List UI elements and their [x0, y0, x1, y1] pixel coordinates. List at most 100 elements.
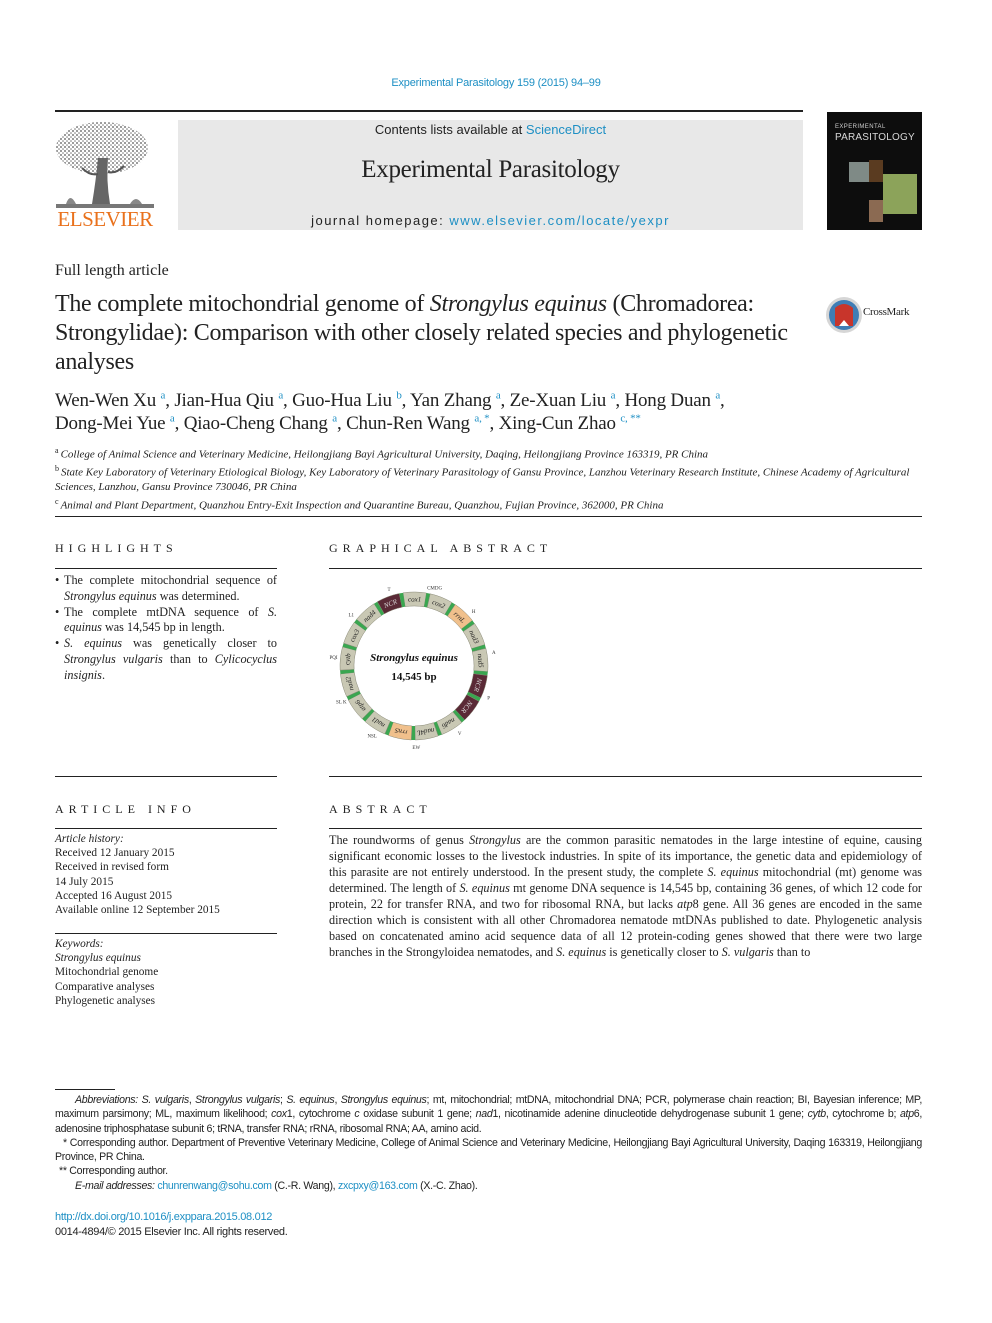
keyword[interactable]: Mitochondrial genome: [55, 965, 277, 979]
author-name[interactable]: Hong Duan: [624, 390, 715, 411]
corresponding-author-2: ** Corresponding author.: [59, 1165, 168, 1178]
cover-photo-3: [883, 174, 917, 214]
author-list: Wen-Wen Xu a, Jian-Hua Qiu a, Guo-Hua Li…: [55, 389, 725, 434]
contents-prefix: Contents lists available at: [374, 122, 526, 137]
author-affiliation-mark[interactable]: c, **: [620, 413, 641, 425]
email-owner-zhao: (X.-C. Zhao).: [417, 1179, 478, 1192]
abbreviation-italic: Strongylus equinus: [340, 1094, 427, 1106]
journal-citation[interactable]: Experimental Parasitology 159 (2015) 94–…: [0, 77, 992, 89]
author-affiliation-mark[interactable]: a: [611, 390, 616, 402]
cover-photo-2: [869, 160, 883, 182]
email-owner-wang: (C.-R. Wang),: [271, 1179, 338, 1192]
homepage-link[interactable]: www.elsevier.com/locate/yexpr: [449, 213, 670, 228]
trna-label: EW: [412, 746, 420, 751]
author-name[interactable]: Jian-Hua Qiu: [174, 390, 278, 411]
affiliation-list: a College of Animal Science and Veterina…: [55, 444, 925, 513]
article-info-heading: ARTICLE INFO: [55, 802, 196, 816]
abbreviation-italic: Strongylus vulgaris: [195, 1094, 280, 1106]
crossmark-badge[interactable]: CrossMark: [825, 296, 925, 336]
abbreviation-italic: S. equinus: [286, 1094, 335, 1106]
cover-photo-1: [849, 162, 869, 182]
abstract-italic: atp: [677, 897, 693, 911]
abstract-text: The roundworms of genus Strongylus are t…: [329, 833, 922, 959]
keywords-label: Keywords:: [55, 938, 104, 950]
author-affiliation-mark[interactable]: b: [396, 390, 402, 402]
keywords-rule: [55, 933, 277, 934]
abbreviation-italic: nad: [475, 1108, 493, 1121]
gene-label: cytb: [343, 652, 352, 665]
header-divider: [55, 110, 803, 112]
author-name[interactable]: Ze-Xuan Liu: [510, 390, 611, 411]
title-text-1: The complete mitochondrial genome of: [55, 291, 430, 317]
author-affiliation-mark[interactable]: a: [161, 390, 166, 402]
trna-label: SL K: [336, 701, 347, 706]
cover-small-title: EXPERIMENTAL: [835, 124, 886, 130]
footnote-rule: [55, 1089, 115, 1090]
highlights-list: The complete mitochondrial sequence of S…: [55, 573, 277, 684]
graphical-abstract-heading: GRAPHICAL ABSTRACT: [329, 541, 553, 555]
journal-title: Experimental Parasitology: [361, 156, 620, 183]
affiliation-key: b: [55, 464, 61, 474]
affiliation-key: c: [55, 496, 61, 506]
author-name[interactable]: Qiao-Cheng Chang: [184, 413, 333, 434]
article-history: Article history: Received 12 January 201…: [55, 832, 277, 917]
author-name[interactable]: Chun-Ren Wang: [346, 413, 474, 434]
article-title: The complete mitochondrial genome of Str…: [55, 290, 815, 377]
abstract-italic: S. equinus: [459, 881, 510, 895]
keyword[interactable]: Phylogenetic analyses: [55, 994, 277, 1008]
abbreviation-italic: Abbreviations:: [75, 1094, 138, 1106]
keyword[interactable]: Strongylus equinus: [55, 951, 277, 965]
author-affiliation-mark[interactable]: a: [170, 413, 175, 425]
history-entry: Received 12 January 2015: [55, 847, 175, 860]
crossmark-label: CrossMark: [863, 306, 910, 318]
sciencedirect-link[interactable]: ScienceDirect: [526, 122, 606, 137]
highlights-heading: HIGHLIGHTS: [55, 541, 178, 555]
abbreviation-italic: atp: [899, 1108, 914, 1121]
author-name[interactable]: Xing-Cun Zhao: [499, 413, 621, 434]
author-affiliation-mark[interactable]: a, *: [474, 413, 489, 425]
graphical-abstract-rule: [329, 568, 922, 569]
abbreviations-footnote: Abbreviations: S. vulgaris, Strongylus v…: [55, 1094, 923, 1135]
highlight-item: S. equinus was genetically closer to Str…: [55, 636, 277, 683]
history-label: Article history:: [55, 833, 124, 845]
affiliation: b State Key Laboratory of Veterinary Eti…: [55, 464, 910, 494]
graphical-abstract-bottom-rule: [329, 776, 922, 777]
author-affiliation-mark[interactable]: a: [278, 390, 283, 402]
history-entry: Available online 12 September 2015: [55, 904, 220, 917]
abstract-italic: S. equinus: [556, 945, 607, 959]
trna-label: PQI: [329, 656, 337, 661]
genome-map-svg: cox1 cox2rrnLnad3nad5NCRNCRnad6nad4LrrnSn…: [329, 587, 496, 751]
author-name[interactable]: Guo-Hua Liu: [292, 390, 396, 411]
elsevier-logo[interactable]: ELSEVIER: [52, 118, 158, 232]
trna-label: NSL: [367, 734, 376, 739]
footnotes: Abbreviations: S. vulgaris, Strongylus v…: [55, 1093, 922, 1193]
email-addresses: E-mail addresses: chunrenwang@sohu.com (…: [55, 1179, 922, 1193]
abbreviation-italic: c: [354, 1108, 360, 1121]
mitochondrial-genome-map[interactable]: cox1 cox2 rrnL nad3 nad5 NCR NCR nad6 nad4L rrnS n…: [328, 580, 500, 752]
abbreviation-italic: cox: [271, 1108, 287, 1121]
history-entry: Accepted 16 August 2015: [55, 889, 173, 902]
highlight-italic: S. equinus: [64, 604, 277, 635]
elsevier-wordmark: ELSEVIER: [57, 207, 153, 231]
journal-cover-image[interactable]: EXPERIMENTAL PARASITOLOGY: [827, 112, 922, 230]
author-affiliation-mark[interactable]: a: [496, 390, 501, 402]
crossmark-icon: [826, 297, 862, 333]
author-name[interactable]: Dong-Mei Yue: [55, 413, 170, 434]
affiliation-key: a: [55, 446, 61, 455]
author-affiliation-mark[interactable]: a: [715, 390, 720, 402]
author-affiliation-mark[interactable]: a: [332, 413, 337, 425]
genome-species-label: Strongylus equinus: [370, 652, 458, 664]
cover-title: PARASITOLOGY: [835, 132, 915, 143]
author-name[interactable]: Wen-Wen Xu: [55, 390, 161, 411]
email-link-wang[interactable]: chunrenwang@sohu.com: [157, 1180, 272, 1192]
section-divider: [55, 516, 922, 517]
highlight-italic: Strongylus equinus: [64, 588, 157, 603]
abstract-italic: Strongylus: [469, 833, 521, 847]
author-name[interactable]: Yan Zhang: [410, 390, 496, 411]
abstract-heading: ABSTRACT: [329, 802, 432, 816]
email-link-zhao[interactable]: zxcpxy@163.com: [338, 1180, 418, 1192]
affiliation: a College of Animal Science and Veterina…: [55, 446, 709, 461]
keyword[interactable]: Comparative analyses: [55, 980, 277, 994]
doi-link[interactable]: http://dx.doi.org/10.1016/j.exppara.2015…: [55, 1211, 272, 1223]
genome-length-label: 14,545 bp: [391, 671, 436, 683]
